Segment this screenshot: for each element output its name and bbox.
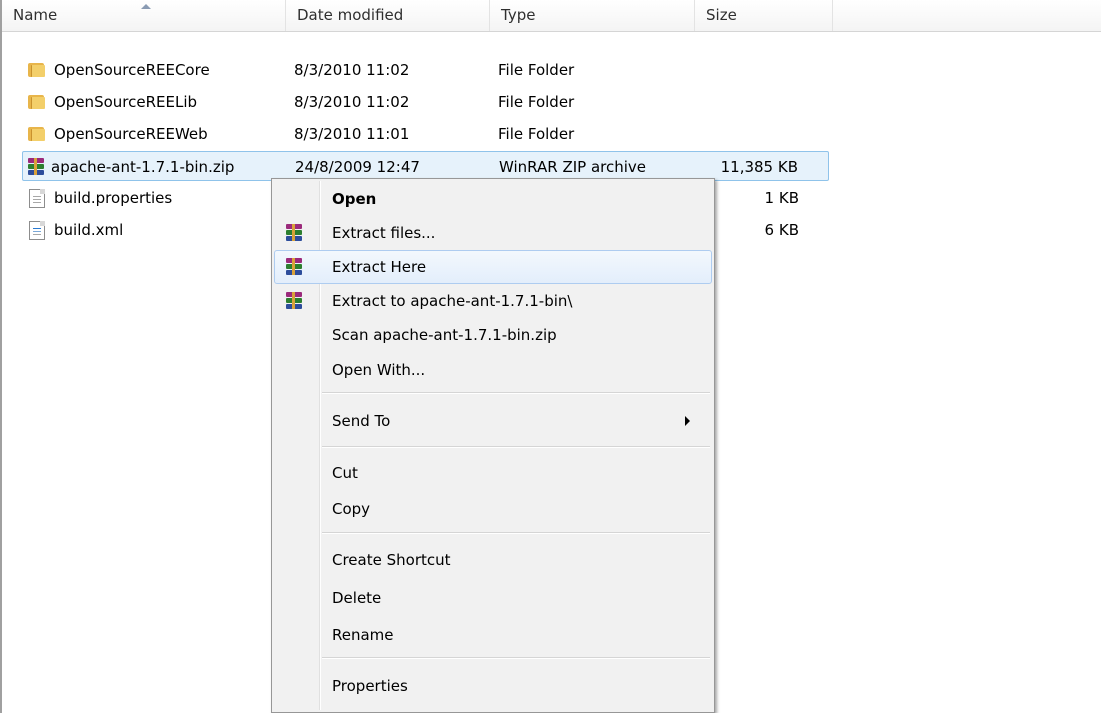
file-size: 1 KB <box>764 189 799 207</box>
menu-item-properties[interactable]: Properties <box>274 669 712 703</box>
menu-item-label: Extract Here <box>332 258 427 276</box>
folder-icon <box>27 61 45 79</box>
file-name: build.properties <box>54 189 173 207</box>
menu-item-label: Copy <box>332 500 371 518</box>
winrar-icon <box>285 258 303 276</box>
menu-item-extract-files[interactable]: Extract files... <box>274 216 712 250</box>
winrar-icon <box>285 292 303 310</box>
menu-item-label: Open <box>332 190 377 208</box>
column-header-size-label: Size <box>706 6 737 24</box>
file-type: File Folder <box>498 93 575 111</box>
column-header-type[interactable]: Type <box>490 0 695 31</box>
menu-separator <box>322 657 710 659</box>
file-type: File Folder <box>498 125 575 143</box>
file-list-view: Name Date modified Type Size OpenSourceR… <box>0 0 1101 713</box>
file-name: OpenSourceREECore <box>54 61 210 79</box>
winrar-archive-icon <box>27 158 45 176</box>
file-name: build.xml <box>54 221 124 239</box>
menu-item-label: Open With... <box>332 361 426 379</box>
menu-item-open[interactable]: Open <box>274 182 712 216</box>
properties-file-icon <box>27 189 45 208</box>
menu-separator <box>322 532 710 534</box>
menu-item-label: Delete <box>332 589 382 607</box>
menu-item-copy[interactable]: Copy <box>274 492 712 526</box>
menu-item-label: Properties <box>332 677 408 695</box>
menu-item-scan[interactable]: Scan apache-ant-1.7.1-bin.zip <box>274 318 712 352</box>
file-date-modified: 8/3/2010 11:02 <box>294 93 410 111</box>
file-date-modified: 8/3/2010 11:01 <box>294 125 410 143</box>
column-header-name[interactable]: Name <box>2 0 286 31</box>
menu-item-delete[interactable]: Delete <box>274 581 712 615</box>
column-header-type-label: Type <box>501 6 536 24</box>
menu-item-label: Cut <box>332 464 358 482</box>
file-row-apache-ant-zip[interactable]: apache-ant-1.7.1-bin.zip 24/8/2009 12:47… <box>22 151 829 181</box>
context-menu: Open Extract files... Extract Here Extra… <box>271 178 715 713</box>
submenu-arrow-icon <box>685 416 690 426</box>
menu-item-label: Send To <box>332 412 391 430</box>
folder-icon <box>27 93 45 111</box>
file-row-opensourcereecore[interactable]: OpenSourceREECore 8/3/2010 11:02 File Fo… <box>24 55 829 85</box>
file-row-opensourcereelib[interactable]: OpenSourceREELib 8/3/2010 11:02 File Fol… <box>24 87 829 117</box>
xml-file-icon <box>27 221 45 240</box>
menu-item-open-with[interactable]: Open With... <box>274 353 712 387</box>
menu-item-send-to[interactable]: Send To <box>274 404 712 438</box>
menu-separator <box>322 392 710 394</box>
menu-item-label: Extract files... <box>332 224 436 242</box>
menu-item-label: Scan apache-ant-1.7.1-bin.zip <box>332 326 557 344</box>
menu-item-extract-here[interactable]: Extract Here <box>274 250 712 284</box>
file-name: apache-ant-1.7.1-bin.zip <box>51 158 235 176</box>
pane-border <box>0 0 2 713</box>
menu-item-extract-to-folder[interactable]: Extract to apache-ant-1.7.1-bin\ <box>274 284 712 318</box>
file-size: 11,385 KB <box>720 158 798 176</box>
file-name: OpenSourceREEWeb <box>54 125 208 143</box>
sort-ascending-icon <box>141 4 151 9</box>
column-header-date-label: Date modified <box>297 6 404 24</box>
folder-icon <box>27 125 45 143</box>
file-type: File Folder <box>498 61 575 79</box>
column-header-name-label: Name <box>13 6 58 24</box>
menu-item-label: Create Shortcut <box>332 551 451 569</box>
winrar-icon <box>285 224 303 242</box>
file-date-modified: 8/3/2010 11:02 <box>294 61 410 79</box>
column-header-size[interactable]: Size <box>695 0 833 31</box>
menu-item-label: Rename <box>332 626 394 644</box>
column-header: Name Date modified Type Size <box>2 0 1101 32</box>
menu-item-cut[interactable]: Cut <box>274 456 712 490</box>
menu-item-rename[interactable]: Rename <box>274 618 712 652</box>
file-row-opensourcereeweb[interactable]: OpenSourceREEWeb 8/3/2010 11:01 File Fol… <box>24 119 829 149</box>
menu-separator <box>322 446 710 448</box>
column-header-date-modified[interactable]: Date modified <box>286 0 490 31</box>
file-size: 6 KB <box>764 221 799 239</box>
file-name: OpenSourceREELib <box>54 93 198 111</box>
menu-item-label: Extract to apache-ant-1.7.1-bin\ <box>332 292 573 310</box>
menu-item-create-shortcut[interactable]: Create Shortcut <box>274 543 712 577</box>
